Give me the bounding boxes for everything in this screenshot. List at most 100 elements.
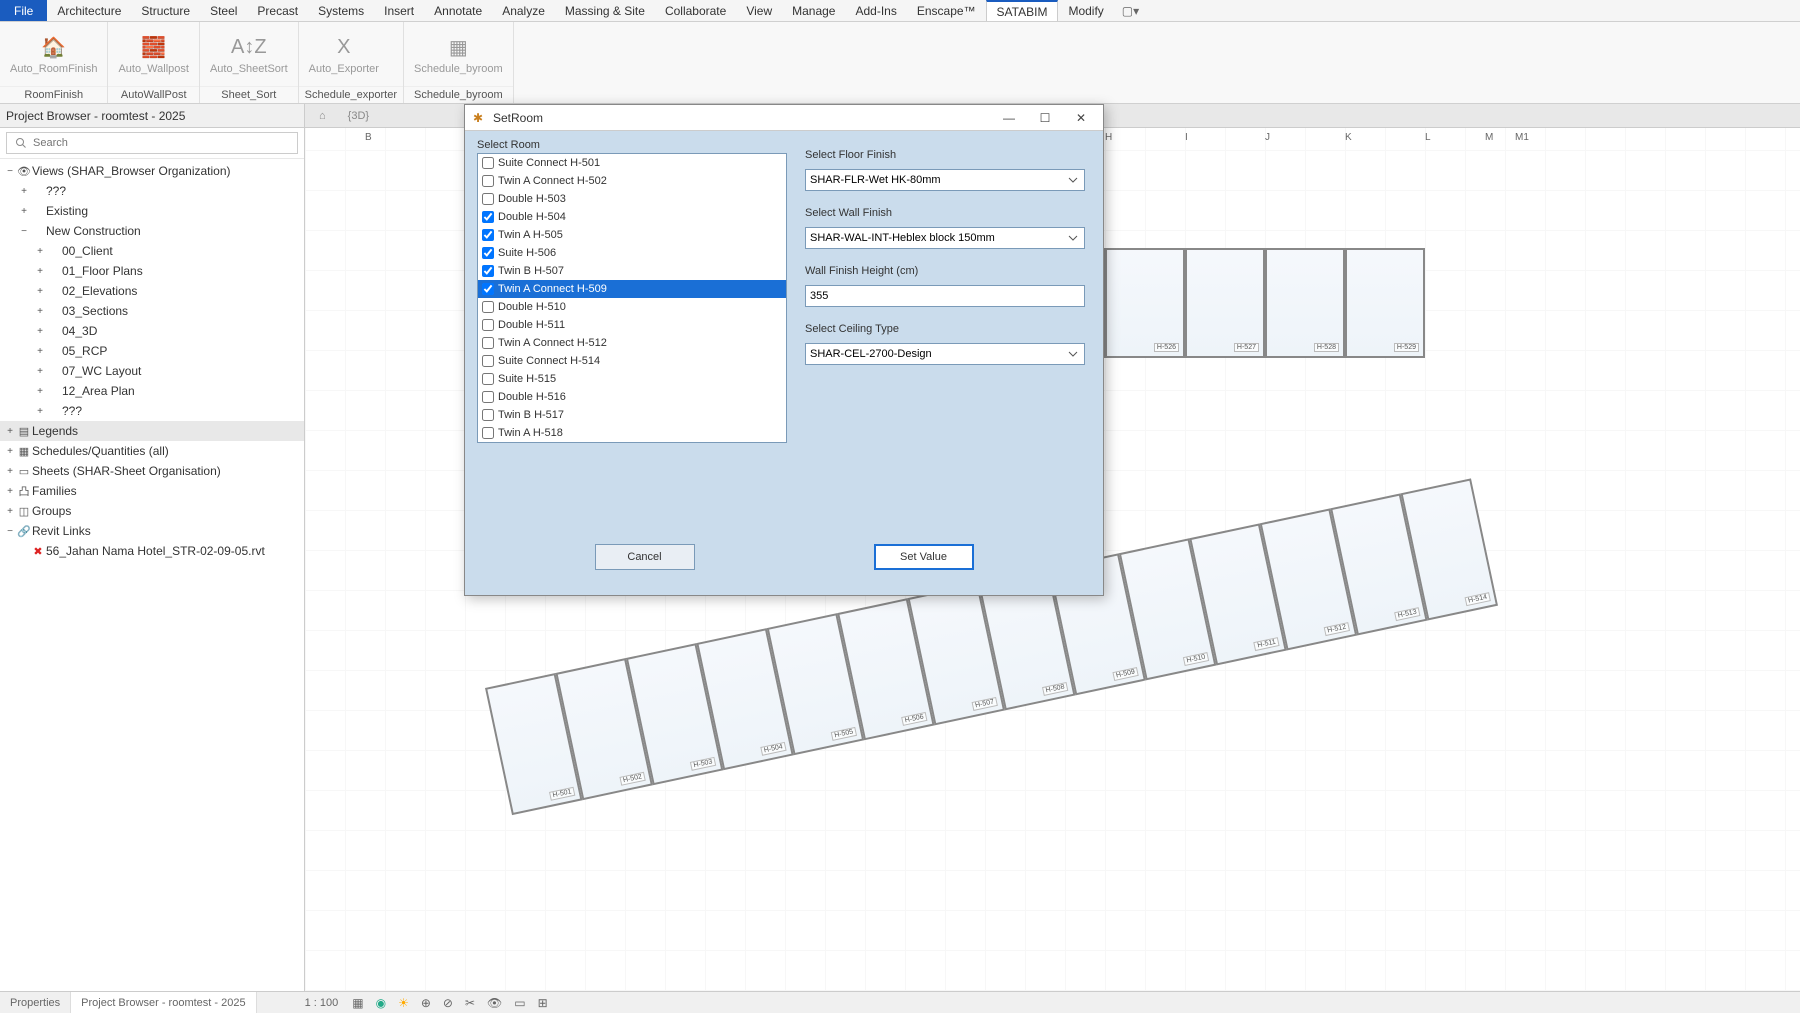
status-icon[interactable]: ◉ bbox=[370, 996, 392, 1010]
dialog-titlebar[interactable]: ✱ SetRoom — ☐ ✕ bbox=[465, 105, 1103, 131]
tree-node[interactable]: +04_3D bbox=[0, 321, 304, 341]
room-unit[interactable]: H-529 bbox=[1345, 248, 1425, 358]
menu-tab-precast[interactable]: Precast bbox=[247, 0, 308, 21]
project-browser-tree[interactable]: −👁Views (SHAR_Browser Organization)+???+… bbox=[0, 159, 304, 991]
room-checkbox[interactable] bbox=[482, 319, 494, 331]
room-unit[interactable]: H-526 bbox=[1105, 248, 1185, 358]
home-view-icon[interactable]: ⌂ bbox=[311, 108, 334, 124]
room-checkbox[interactable] bbox=[482, 265, 494, 277]
tree-node[interactable]: +凸Families bbox=[0, 481, 304, 501]
cancel-button[interactable]: Cancel bbox=[595, 544, 695, 570]
status-icon[interactable]: ✂ bbox=[459, 996, 481, 1010]
tree-node[interactable]: +Existing bbox=[0, 201, 304, 221]
room-list-item[interactable]: Twin B H-507 bbox=[478, 262, 786, 280]
room-checkbox[interactable] bbox=[482, 157, 494, 169]
view-tab-3d[interactable]: {3D} bbox=[340, 108, 377, 124]
tree-node[interactable]: +??? bbox=[0, 401, 304, 421]
status-icon[interactable]: 👁 bbox=[481, 996, 508, 1010]
room-checkbox[interactable] bbox=[482, 175, 494, 187]
status-icon[interactable]: ⊘ bbox=[437, 996, 459, 1010]
menu-tab-manage[interactable]: Manage bbox=[782, 0, 845, 21]
tree-node[interactable]: +▤Legends bbox=[0, 421, 304, 441]
file-tab[interactable]: File bbox=[0, 0, 47, 21]
tree-node[interactable]: −👁Views (SHAR_Browser Organization) bbox=[0, 161, 304, 181]
tree-node[interactable]: +??? bbox=[0, 181, 304, 201]
menu-tab-analyze[interactable]: Analyze bbox=[492, 0, 555, 21]
status-icon[interactable]: ⊞ bbox=[532, 996, 554, 1010]
room-checkbox[interactable] bbox=[482, 229, 494, 241]
expand-toggle-icon[interactable] bbox=[18, 546, 30, 557]
expand-toggle-icon[interactable]: − bbox=[18, 226, 30, 237]
tree-node[interactable]: +03_Sections bbox=[0, 301, 304, 321]
menu-tab-annotate[interactable]: Annotate bbox=[424, 0, 492, 21]
ribbon-button[interactable]: XAuto_Exporter bbox=[299, 22, 389, 86]
tree-node[interactable]: ✖56_Jahan Nama Hotel_STR-02-09-05.rvt bbox=[0, 541, 304, 561]
room-list[interactable]: Suite Connect H-501Twin A Connect H-502D… bbox=[477, 153, 787, 443]
room-list-item[interactable]: Suite Connect H-501 bbox=[478, 154, 786, 172]
room-list-item[interactable]: Twin A Connect H-509 bbox=[478, 280, 786, 298]
floor-finish-select[interactable]: SHAR-FLR-Wet HK-80mm bbox=[805, 169, 1085, 191]
room-list-item[interactable]: Twin B H-517 bbox=[478, 406, 786, 424]
room-checkbox[interactable] bbox=[482, 391, 494, 403]
status-icon[interactable]: ▭ bbox=[508, 996, 531, 1010]
ribbon-button[interactable]: 🧱Auto_Wallpost bbox=[108, 22, 199, 86]
menu-tab-view[interactable]: View bbox=[736, 0, 782, 21]
expand-toggle-icon[interactable]: + bbox=[4, 506, 16, 517]
room-list-item[interactable]: Twin A H-518 bbox=[478, 424, 786, 442]
room-list-item[interactable]: Double H-503 bbox=[478, 190, 786, 208]
status-icon[interactable]: ⊕ bbox=[415, 996, 437, 1010]
expand-toggle-icon[interactable]: + bbox=[34, 326, 46, 337]
room-checkbox[interactable] bbox=[482, 211, 494, 223]
status-icon[interactable]: ▦ bbox=[346, 996, 369, 1010]
status-icon[interactable]: ☀ bbox=[392, 996, 415, 1010]
tree-node[interactable]: +12_Area Plan bbox=[0, 381, 304, 401]
room-list-item[interactable]: Twin A Connect H-512 bbox=[478, 334, 786, 352]
expand-toggle-icon[interactable]: + bbox=[18, 186, 30, 197]
wall-finish-select[interactable]: SHAR-WAL-INT-Heblex block 150mm bbox=[805, 227, 1085, 249]
expand-toggle-icon[interactable]: + bbox=[34, 386, 46, 397]
expand-toggle-icon[interactable]: + bbox=[34, 266, 46, 277]
room-unit[interactable]: H-527 bbox=[1185, 248, 1265, 358]
quick-access-icon[interactable]: ▢▾ bbox=[1114, 0, 1147, 21]
ribbon-button[interactable]: A↕ZAuto_SheetSort bbox=[200, 22, 298, 86]
tree-node[interactable]: +▭Sheets (SHAR-Sheet Organisation) bbox=[0, 461, 304, 481]
view-scale[interactable]: 1 : 100 bbox=[297, 997, 347, 1009]
room-unit[interactable]: H-528 bbox=[1265, 248, 1345, 358]
minimize-button[interactable]: — bbox=[991, 105, 1027, 130]
room-checkbox[interactable] bbox=[482, 337, 494, 349]
room-checkbox[interactable] bbox=[482, 427, 494, 439]
expand-toggle-icon[interactable]: + bbox=[34, 406, 46, 417]
room-list-item[interactable]: Double H-516 bbox=[478, 388, 786, 406]
room-list-item[interactable]: Twin A H-505 bbox=[478, 226, 786, 244]
expand-toggle-icon[interactable]: + bbox=[34, 246, 46, 257]
menu-tab-steel[interactable]: Steel bbox=[200, 0, 247, 21]
expand-toggle-icon[interactable]: + bbox=[34, 366, 46, 377]
expand-toggle-icon[interactable]: + bbox=[34, 286, 46, 297]
room-list-item[interactable]: Double H-510 bbox=[478, 298, 786, 316]
menu-tab-add-ins[interactable]: Add-Ins bbox=[845, 0, 906, 21]
expand-toggle-icon[interactable]: + bbox=[34, 346, 46, 357]
room-list-item[interactable]: Suite H-515 bbox=[478, 370, 786, 388]
tree-node[interactable]: +00_Client bbox=[0, 241, 304, 261]
properties-tab[interactable]: Properties bbox=[0, 992, 71, 1013]
expand-toggle-icon[interactable]: − bbox=[4, 166, 16, 177]
room-list-item[interactable]: Double H-504 bbox=[478, 208, 786, 226]
room-list-item[interactable]: Double H-511 bbox=[478, 316, 786, 334]
project-browser-tab[interactable]: Project Browser - roomtest - 2025 bbox=[71, 992, 256, 1013]
ribbon-button[interactable]: 🏠Auto_RoomFinish bbox=[0, 22, 107, 86]
tree-node[interactable]: −🔗Revit Links bbox=[0, 521, 304, 541]
menu-tab-structure[interactable]: Structure bbox=[131, 0, 200, 21]
close-button[interactable]: ✕ bbox=[1063, 105, 1099, 130]
room-checkbox[interactable] bbox=[482, 409, 494, 421]
room-list-item[interactable]: Suite Connect H-514 bbox=[478, 352, 786, 370]
menu-tab-modify[interactable]: Modify bbox=[1058, 0, 1113, 21]
room-checkbox[interactable] bbox=[482, 193, 494, 205]
search-input[interactable] bbox=[6, 132, 298, 154]
expand-toggle-icon[interactable]: + bbox=[4, 486, 16, 497]
set-value-button[interactable]: Set Value bbox=[874, 544, 974, 570]
menu-tab-systems[interactable]: Systems bbox=[308, 0, 374, 21]
tree-node[interactable]: −New Construction bbox=[0, 221, 304, 241]
tree-node[interactable]: +02_Elevations bbox=[0, 281, 304, 301]
room-checkbox[interactable] bbox=[482, 247, 494, 259]
tree-node[interactable]: +05_RCP bbox=[0, 341, 304, 361]
